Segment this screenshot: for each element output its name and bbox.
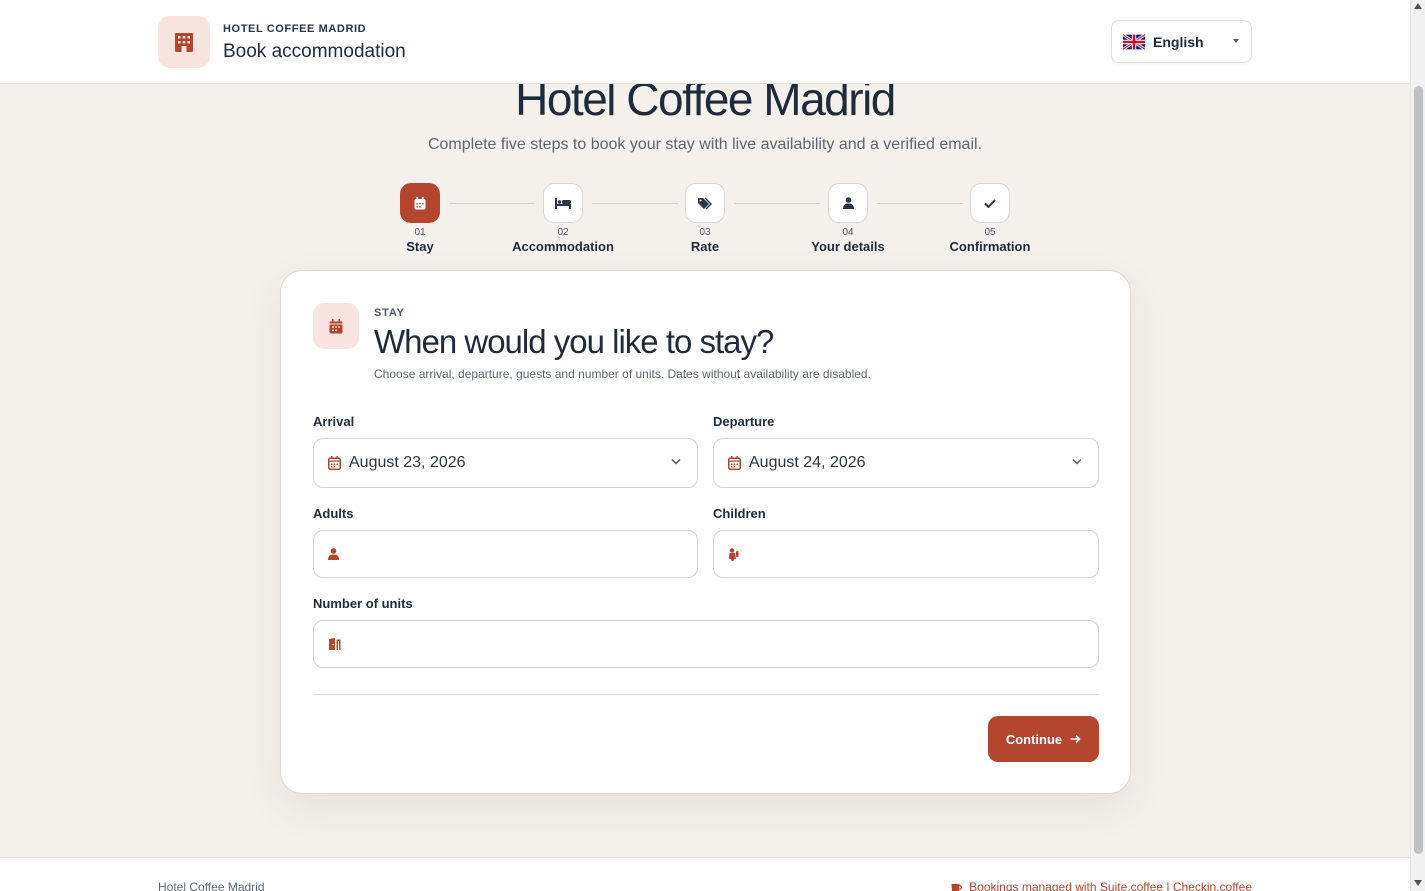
continue-label: Continue bbox=[1005, 731, 1063, 747]
step-accommodation[interactable]: 02 Accommodation bbox=[493, 183, 633, 254]
step-label: Accommodation bbox=[512, 239, 614, 254]
adults-input[interactable] bbox=[347, 545, 647, 563]
arrow-right-icon bbox=[1070, 734, 1081, 744]
brand-title: Book accommodation bbox=[223, 41, 406, 62]
card-eyebrow: STAY bbox=[374, 307, 405, 319]
arrival-date-value: August 23, 2026 bbox=[349, 454, 466, 471]
departure-date-value: August 24, 2026 bbox=[749, 454, 866, 471]
stay-card: STAY When would you like to stay? Choose… bbox=[280, 270, 1131, 794]
user-icon bbox=[828, 183, 868, 223]
units-input[interactable] bbox=[350, 635, 650, 653]
divider bbox=[313, 694, 1099, 695]
language-label: English bbox=[1153, 33, 1204, 50]
vertical-scrollbar[interactable] bbox=[1410, 0, 1425, 891]
booking-page: HOTEL COFFEE MADRID Book accommodation E… bbox=[0, 0, 1410, 891]
door-icon bbox=[329, 638, 341, 650]
children-input[interactable] bbox=[747, 545, 1047, 563]
calendar-icon bbox=[313, 303, 359, 349]
adults-label: Adults bbox=[313, 506, 354, 521]
top-bar: HOTEL COFFEE MADRID Book accommodation E… bbox=[0, 0, 1410, 84]
brand-eyebrow: HOTEL COFFEE MADRID bbox=[223, 23, 367, 35]
step-label: Stay bbox=[406, 239, 434, 254]
children-label: Children bbox=[713, 506, 766, 521]
step-your-details[interactable]: 04 Your details bbox=[778, 183, 918, 254]
uk-flag-icon bbox=[1123, 33, 1145, 50]
chevron-down-icon bbox=[1233, 39, 1239, 43]
step-confirmation[interactable]: 05 Confirmation bbox=[920, 183, 1060, 254]
units-field[interactable] bbox=[313, 620, 1099, 668]
continue-button[interactable]: Continue bbox=[988, 716, 1099, 762]
footer-powered-by-text: Bookings managed with Suite.coffee | Che… bbox=[969, 880, 1252, 891]
scroll-down-arrow-icon[interactable] bbox=[1414, 880, 1422, 886]
hotel-building-icon[interactable] bbox=[158, 16, 210, 68]
scroll-thumb[interactable] bbox=[1414, 86, 1423, 854]
step-number: 04 bbox=[842, 227, 854, 238]
step-number: 03 bbox=[699, 227, 711, 238]
departure-label: Departure bbox=[713, 414, 775, 429]
tag-icon bbox=[685, 183, 725, 223]
check-icon bbox=[970, 183, 1010, 223]
user-icon bbox=[328, 548, 339, 560]
card-title: When would you like to stay? bbox=[374, 323, 774, 360]
step-label: Rate bbox=[690, 239, 720, 254]
calendar-icon bbox=[328, 456, 341, 470]
child-icon bbox=[729, 547, 739, 561]
footer: Hotel Coffee Madrid Bookings managed wit… bbox=[0, 857, 1410, 891]
children-field[interactable] bbox=[713, 530, 1099, 578]
bed-icon bbox=[543, 183, 583, 223]
step-rate[interactable]: 03 Rate bbox=[635, 183, 775, 254]
footer-hotel-name: Hotel Coffee Madrid bbox=[158, 880, 265, 891]
chevron-down-icon bbox=[1072, 458, 1082, 465]
footer-powered-by[interactable]: Bookings managed with Suite.coffee | Che… bbox=[951, 880, 1252, 891]
step-stay[interactable]: 01 Stay bbox=[350, 183, 490, 254]
step-number: 05 bbox=[984, 227, 996, 238]
step-number: 02 bbox=[557, 227, 569, 238]
coffee-cup-icon bbox=[951, 884, 963, 891]
language-select[interactable]: English bbox=[1111, 20, 1252, 63]
chevron-down-icon bbox=[671, 458, 681, 465]
step-number: 01 bbox=[414, 227, 426, 238]
calendar-icon bbox=[728, 456, 741, 470]
step-label: Your details bbox=[811, 239, 885, 254]
calendar-icon bbox=[400, 183, 440, 223]
adults-field[interactable] bbox=[313, 530, 698, 578]
arrival-label: Arrival bbox=[313, 414, 355, 429]
card-description: Choose arrival, departure, guests and nu… bbox=[374, 367, 871, 381]
units-label: Number of units bbox=[313, 596, 413, 611]
departure-date-picker[interactable]: August 24, 2026 bbox=[713, 438, 1099, 488]
page-subtitle: Complete five steps to book your stay wi… bbox=[427, 136, 983, 153]
step-label: Confirmation bbox=[949, 239, 1031, 254]
scroll-up-arrow-icon[interactable] bbox=[1414, 3, 1422, 9]
arrival-date-picker[interactable]: August 23, 2026 bbox=[313, 438, 698, 488]
